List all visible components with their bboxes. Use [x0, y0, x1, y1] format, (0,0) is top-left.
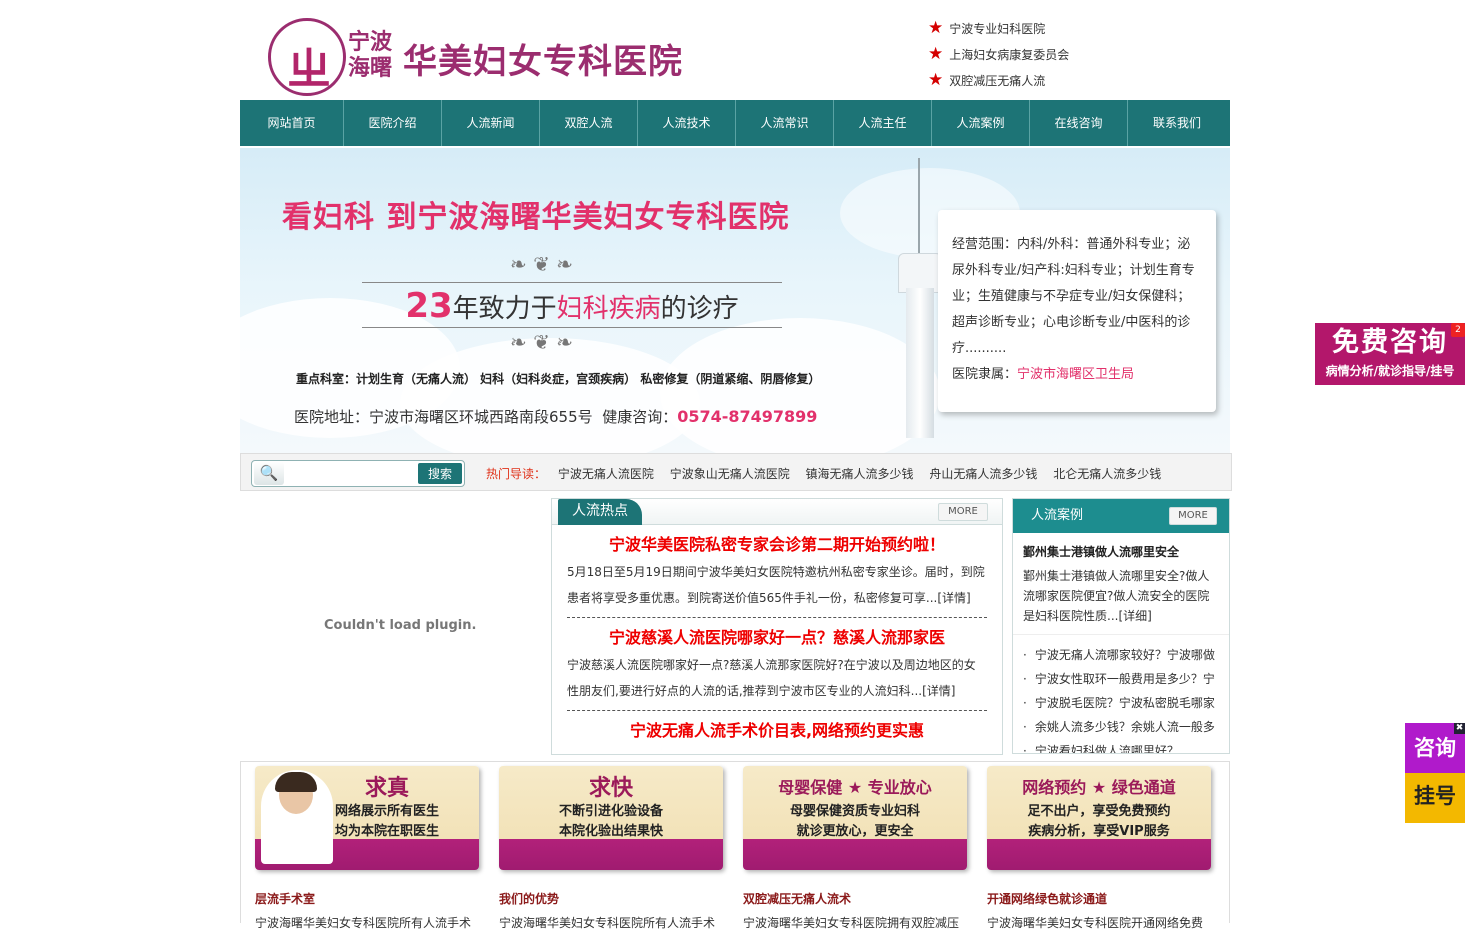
- header-tag: ★ 双腔减压无痛人流: [928, 70, 1046, 90]
- nav-director[interactable]: 人流主任: [834, 100, 932, 146]
- case-list: · 宁波无痛人流哪家较好？宁波哪做 · 宁波女性取环一般费用是多少？宁 · 宁波脱毛医…: [1013, 634, 1229, 753]
- news-detail-link[interactable]: [详情]: [937, 591, 970, 605]
- list-item[interactable]: · 余姚人流多少钱？余姚人流一般多: [1023, 715, 1223, 739]
- cases-header: 人流案例 MORE: [1013, 499, 1229, 533]
- case-lead-title[interactable]: 鄞州集士港镇做人流哪里安全: [1013, 533, 1229, 560]
- cases-more-button[interactable]: MORE: [1169, 507, 1217, 525]
- list-item[interactable]: · 宁波女性取环一般费用是多少？宁: [1023, 667, 1223, 691]
- news-tabbar: 人流热点 MORE: [552, 499, 1002, 525]
- header-tag: ★ 上海妇女病康复委员会: [928, 44, 1070, 64]
- news-item: 宁波华美医院私密专家会诊第二期开始预约啦！ 5月18日至5月19日期间宁波华美妇…: [552, 535, 1002, 618]
- hot-link[interactable]: 宁波无痛人流医院: [558, 467, 654, 481]
- news-more-button[interactable]: MORE: [938, 503, 988, 521]
- search-bar: 🔍 搜索 热门导读： 宁波无痛人流医院 宁波象山无痛人流医院 镇海无痛人流多少钱…: [240, 453, 1232, 491]
- news-item: 宁波慈溪人流医院哪家好一点？慈溪人流那家医 宁波慈溪人流医院哪家好一点?慈溪人流…: [552, 628, 1002, 711]
- nav-knowledge[interactable]: 人流常识: [736, 100, 834, 146]
- magnifier-icon: 🔍: [254, 462, 284, 485]
- hot-link[interactable]: 宁波象山无痛人流医院: [670, 467, 790, 481]
- news-title[interactable]: 宁波华美医院私密专家会诊第二期开始预约啦！: [567, 535, 987, 555]
- promo-section-title[interactable]: 开通网络绿色就诊通道: [987, 890, 1107, 907]
- star-icon: ★: [928, 70, 944, 90]
- nav-dual-cavity[interactable]: 双腔人流: [540, 100, 638, 146]
- plugin-placeholder: Couldn't load plugin.: [240, 498, 542, 754]
- register-button[interactable]: 挂号: [1405, 773, 1465, 823]
- nav-home[interactable]: 网站首页: [240, 100, 344, 146]
- promo-section-title[interactable]: 双腔减压无痛人流术: [743, 890, 851, 907]
- nav-online-consult[interactable]: 在线咨询: [1030, 100, 1128, 146]
- hot-news-panel: 人流热点 MORE 宁波华美医院私密专家会诊第二期开始预约啦！ 5月18日至5月…: [551, 498, 1003, 755]
- news-detail-link[interactable]: [详情]: [922, 684, 955, 698]
- tab-hot-news[interactable]: 人流热点: [558, 499, 642, 525]
- banner-years: 23年致力于妇科疾病的诊疗: [362, 282, 782, 328]
- news-title[interactable]: 宁波无痛人流手术价目表,网络预约更实惠: [567, 721, 987, 741]
- ornament-icon: ❧ ❦ ❧: [510, 252, 573, 276]
- nav-about[interactable]: 医院介绍: [344, 100, 442, 146]
- plugin-message: Couldn't load plugin.: [324, 618, 477, 633]
- promo-section: 求真 网络展示所有医生 均为本院在职医生 求快 不断引进化验设备 本院化验出结果快 …: [240, 761, 1230, 930]
- close-icon[interactable]: ✖: [1454, 723, 1465, 734]
- nav-technique[interactable]: 人流技术: [638, 100, 736, 146]
- promo-card[interactable]: 求快 不断引进化验设备 本院化验出结果快: [499, 766, 723, 870]
- star-icon: ★: [928, 44, 944, 64]
- cases-panel: 人流案例 MORE 鄞州集士港镇做人流哪里安全 鄞州集士港镇做人流哪里安全?做人…: [1012, 498, 1230, 754]
- ornament-icon: ❧ ❦ ❧: [510, 330, 573, 354]
- promo-card[interactable]: 母婴保健 ★ 专业放心 母婴保健资质专业妇科 就诊更放心，更安全: [743, 766, 967, 870]
- nav-news[interactable]: 人流新闻: [442, 100, 540, 146]
- banner-scope-card: 经营范围：内科/外科：普通外科专业；泌尿外科专业/妇产科:妇科专业；计划生育专业…: [938, 210, 1216, 412]
- banner-address: 医院地址：宁波市海曙区环城西路南段655号 健康咨询：0574-87497899: [294, 407, 818, 426]
- promo-card[interactable]: 求真 网络展示所有医生 均为本院在职医生: [255, 766, 479, 870]
- free-consult-sub: 病情分析/就诊指导/挂号: [1325, 364, 1455, 378]
- promo-card[interactable]: 网络预约 ★ 绿色通道 足不出户，享受免费预约 疾病分析，享受VIP服务: [987, 766, 1211, 870]
- search-button[interactable]: 搜索: [418, 463, 462, 484]
- cases-title: 人流案例: [1031, 508, 1084, 523]
- list-item[interactable]: · 宁波无痛人流哪家较好？宁波哪做: [1023, 643, 1223, 667]
- list-item[interactable]: · 宁波看妇科做人流哪里好？: [1023, 739, 1223, 753]
- news-title[interactable]: 宁波慈溪人流医院哪家好一点？慈溪人流那家医: [567, 628, 987, 648]
- news-desc: 5月18日至5月19日期间宁波华美妇女医院特邀杭州私密专家坐诊。届时，到院患者将…: [567, 559, 987, 618]
- free-consult-float[interactable]: 2 免费咨询 病情分析/就诊指导/挂号: [1315, 323, 1465, 385]
- list-item[interactable]: · 宁波脱毛医院？宁波私密脱毛哪家: [1023, 691, 1223, 715]
- nav-contact[interactable]: 联系我们: [1128, 100, 1226, 146]
- hot-link[interactable]: 镇海无痛人流多少钱: [806, 467, 914, 481]
- banner-key-departments: 重点科室：计划生育（无痛人流） 妇科（妇科炎症，宫颈疾病） 私密修复（阴道紧缩、…: [296, 372, 821, 386]
- search-input[interactable]: [286, 463, 416, 484]
- lighthouse-icon: [888, 158, 944, 453]
- hot-label: 热门导读：: [486, 467, 547, 481]
- main-nav: 网站首页 医院介绍 人流新闻 双腔人流 人流技术 人流常识 人流主任 人流案例 …: [240, 100, 1230, 146]
- search-box: 🔍 搜索: [251, 460, 465, 487]
- logo-city: 宁波海曙: [348, 30, 393, 81]
- banner-cloud: [400, 338, 700, 453]
- hot-link[interactable]: 舟山无痛人流多少钱: [929, 467, 1037, 481]
- notification-badge: 2: [1451, 323, 1465, 337]
- logo-name: 华美妇女专科医院: [403, 42, 683, 82]
- news-desc: 宁波慈溪人流医院哪家好一点?慈溪人流那家医院好?在宁波以及周边地区的女性朋友们,…: [567, 652, 987, 711]
- free-consult-title: 免费咨询: [1332, 327, 1448, 358]
- case-detail-link[interactable]: [详细]: [1118, 609, 1151, 623]
- scope-text: 经营范围：内科/外科：普通外科专业；泌尿外科专业/妇产科:妇科专业；计划生育专业…: [952, 237, 1195, 356]
- banner-headline: 看妇科 到宁波海曙华美妇女专科医院: [282, 200, 790, 235]
- side-consult-float: ✖ 咨询 挂号: [1405, 723, 1465, 823]
- logo-emblem-icon: ㄓ: [268, 18, 346, 96]
- hot-link[interactable]: 北仑无痛人流多少钱: [1053, 467, 1161, 481]
- belong-row: 医院隶属：宁波市海曙区卫生局: [952, 367, 1135, 382]
- header-tags: ★ 宁波专业妇科医院 ★ 上海妇女病康复委员会 ★ 双腔减压无痛人流: [928, 16, 1069, 94]
- hot-links: 热门导读： 宁波无痛人流医院 宁波象山无痛人流医院 镇海无痛人流多少钱 舟山无痛…: [486, 465, 1173, 482]
- star-icon: ★: [928, 18, 944, 38]
- case-lead-desc: 鄞州集士港镇做人流哪里安全?做人流哪家医院便宜?做人流安全的医院是妇科医院性质.…: [1023, 569, 1210, 623]
- news-item: 宁波无痛人流手术价目表,网络预约更实惠: [552, 721, 1002, 741]
- nav-cases[interactable]: 人流案例: [932, 100, 1030, 146]
- hospital-logo[interactable]: ㄓ 宁波海曙 华美妇女专科医院: [268, 16, 688, 98]
- promo-section-title[interactable]: 层流手术室: [255, 890, 315, 907]
- hero-banner[interactable]: 看妇科 到宁波海曙华美妇女专科医院 ❧ ❦ ❧ 23年致力于妇科疾病的诊疗 ❧ …: [240, 148, 1230, 453]
- header-tag: ★ 宁波专业妇科医院: [928, 18, 1046, 38]
- promo-section-title[interactable]: 我们的优势: [499, 890, 559, 907]
